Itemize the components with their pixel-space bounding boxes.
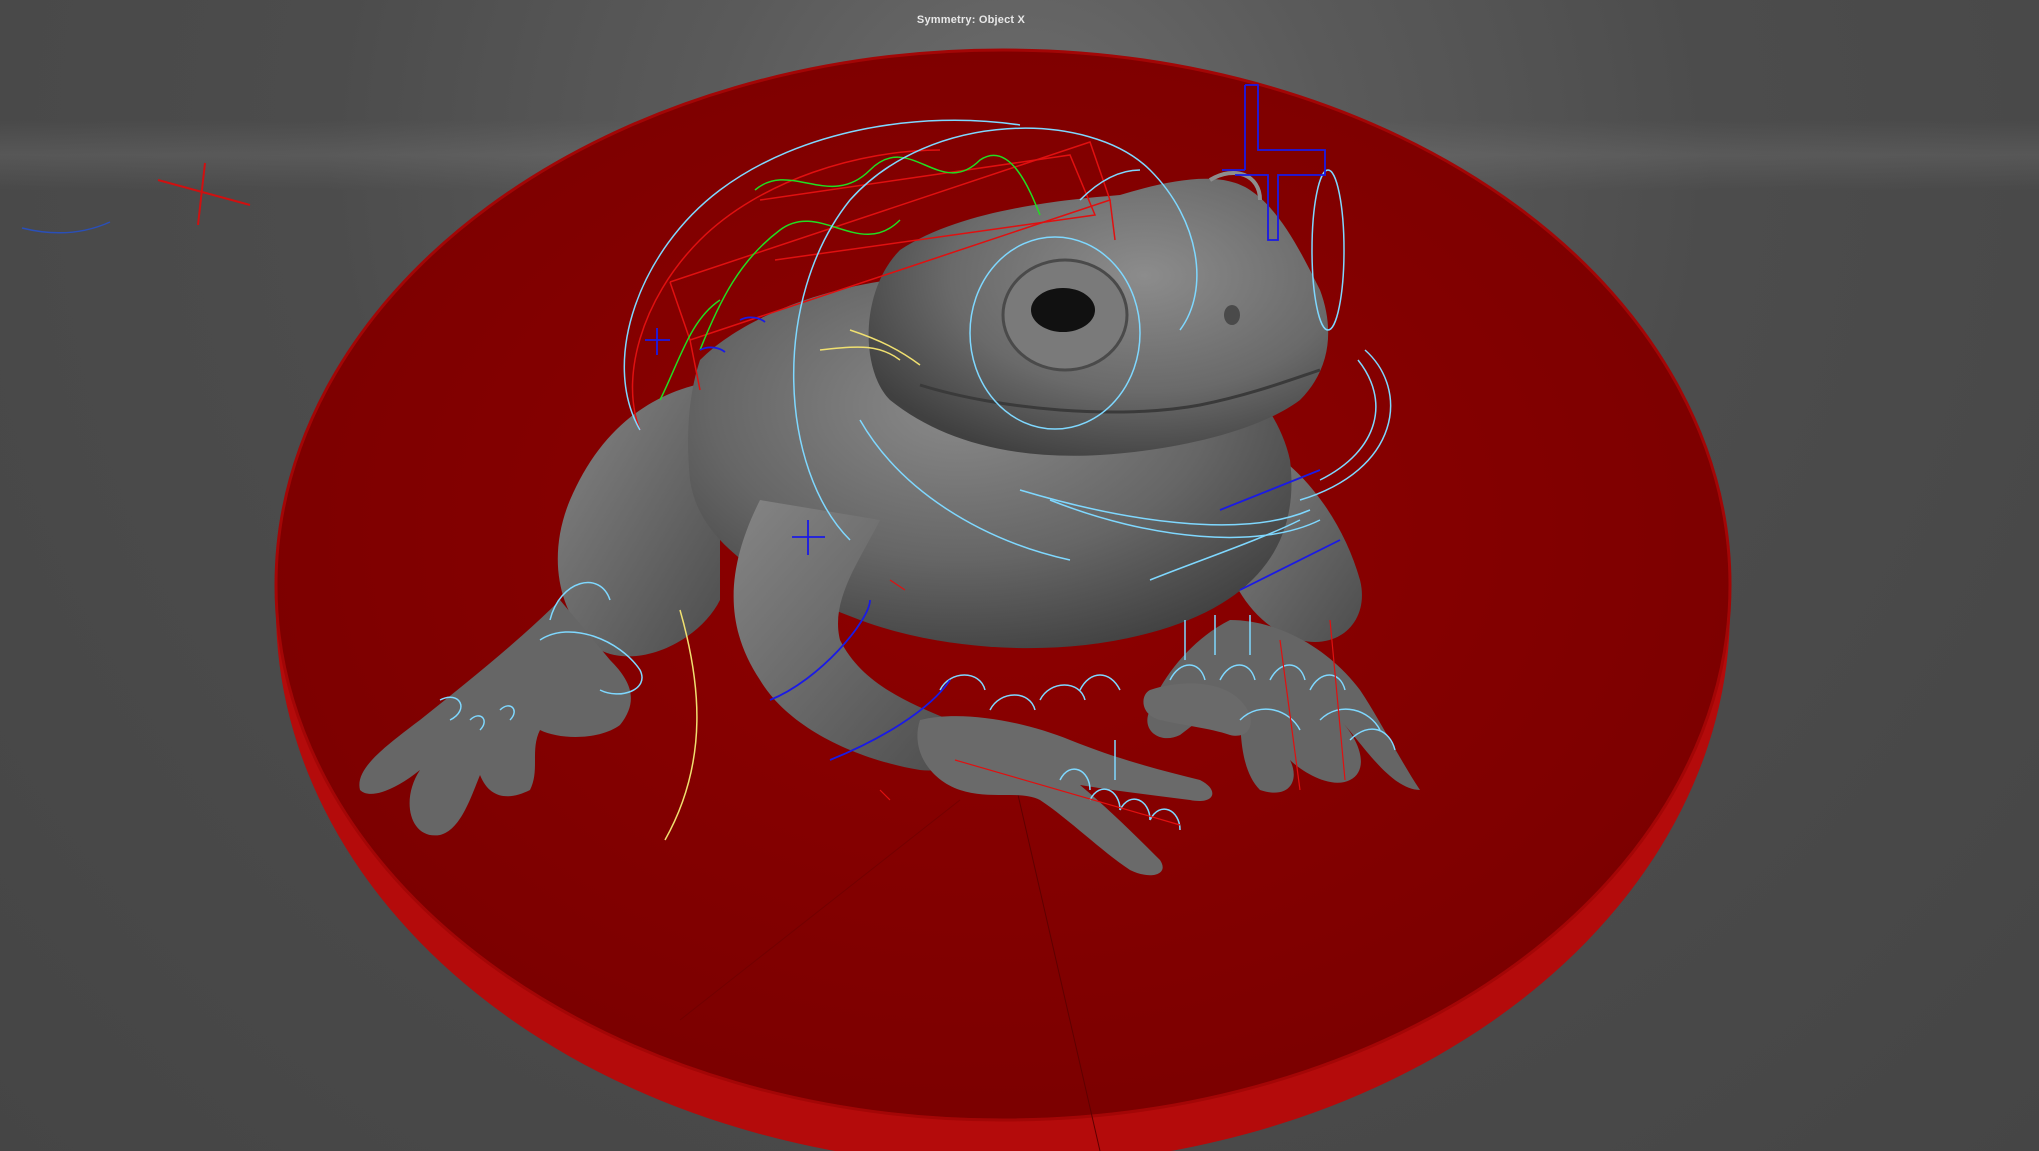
floor-locator[interactable] [21, 162, 251, 234]
viewport-3d[interactable]: Symmetry: Object X [0, 0, 2039, 1151]
frog-eye [1031, 288, 1095, 332]
scene-render[interactable] [0, 0, 2039, 1151]
frog-nostril [1224, 305, 1240, 325]
symmetry-hud-label: Symmetry: Object X [916, 14, 1026, 26]
